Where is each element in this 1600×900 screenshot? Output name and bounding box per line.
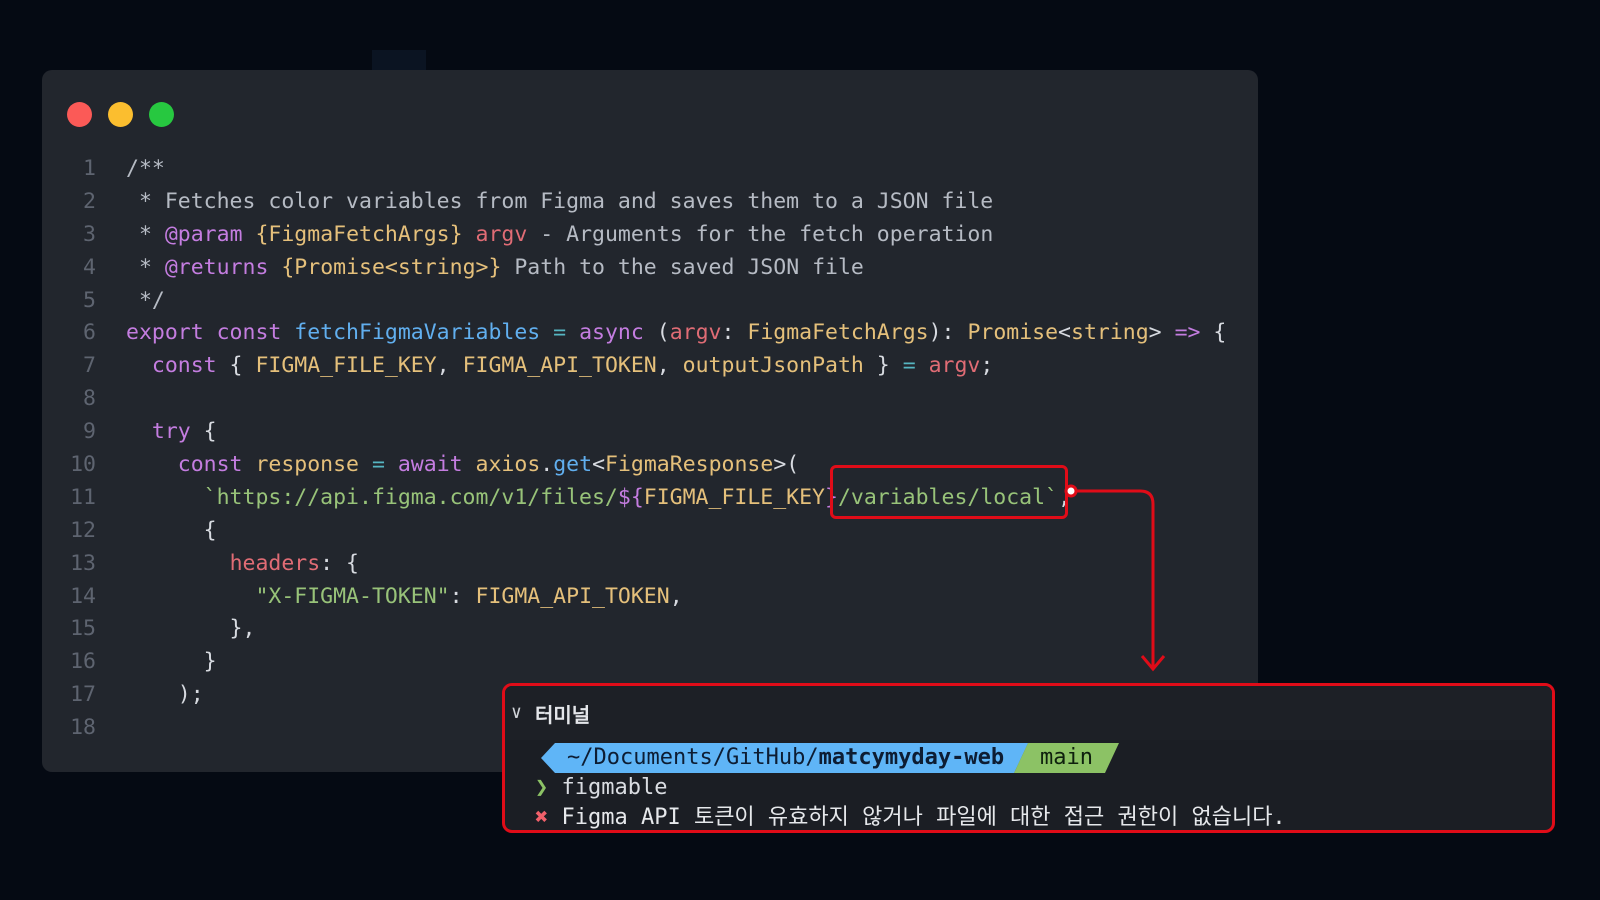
terminal-title: 터미널 bbox=[535, 703, 591, 727]
error-underline bbox=[553, 831, 1177, 833]
error-message: Figma API 토큰이 유효하지 않거나 파일에 대한 접근 권한이 없습니… bbox=[561, 805, 1286, 830]
path-prefix: ~/Documents/GitHub/ bbox=[567, 745, 819, 770]
chevron-down-icon[interactable]: ∨ bbox=[511, 702, 522, 723]
path-repo: matcymyday-web bbox=[818, 745, 1005, 770]
arrow-start-dot bbox=[1064, 484, 1078, 498]
terminal-panel: ∨ 터미널 ~/Documents/GitHub/matcymyday-web … bbox=[502, 683, 1555, 833]
error-line: ✖ Figma API 토큰이 유효하지 않거나 파일에 대한 접근 권한이 없… bbox=[535, 804, 1286, 830]
command-text: figmable bbox=[561, 775, 668, 800]
error-x-icon: ✖ bbox=[535, 805, 549, 830]
terminal-header[interactable]: ∨ 터미널 bbox=[505, 686, 1552, 740]
prompt-arrow-icon: ❯ bbox=[535, 775, 549, 800]
arrow-line bbox=[1076, 489, 1155, 668]
prompt-path-segment: ~/Documents/GitHub/matcymyday-web bbox=[541, 743, 1028, 773]
prompt-branch-segment: main bbox=[1014, 743, 1119, 773]
command-line: ❯ figmable bbox=[535, 774, 667, 802]
